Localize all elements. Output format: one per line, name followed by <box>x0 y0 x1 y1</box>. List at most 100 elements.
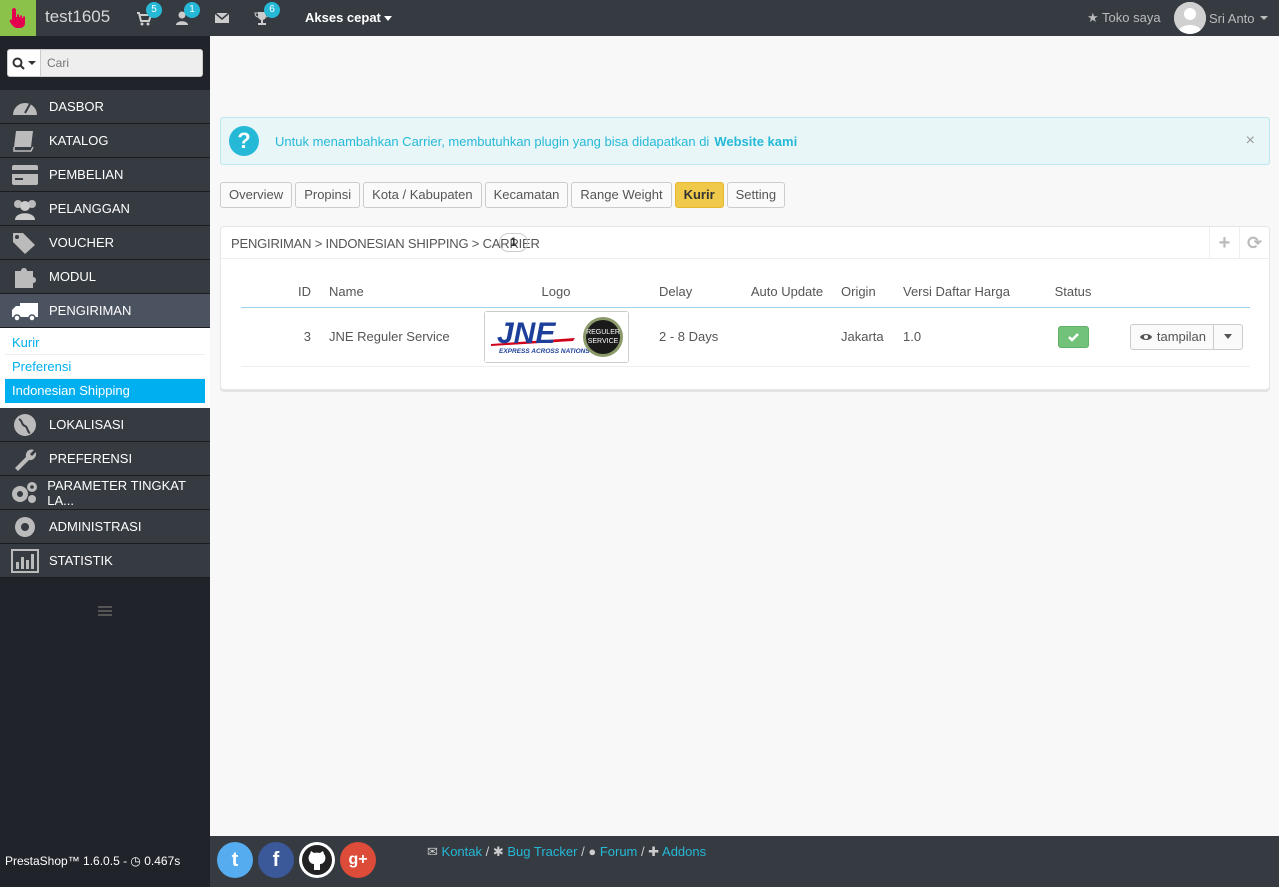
column-header-name: Name <box>321 277 461 308</box>
wrench-icon <box>0 442 49 476</box>
avatar-silhouette-icon <box>1174 2 1206 34</box>
quick-access-dropdown[interactable]: Akses cepat <box>305 10 392 25</box>
alert-message: Untuk menambahkan Carrier, membutuhkan p… <box>275 134 797 149</box>
search-icon <box>12 57 25 70</box>
tab-range-weight[interactable]: Range Weight <box>571 182 672 208</box>
column-header-origin: Origin <box>833 277 895 308</box>
sidebar-item-label: PARAMETER TINGKAT LA... <box>47 477 186 508</box>
tab-setting[interactable]: Setting <box>726 182 786 208</box>
tab-propinsi[interactable]: Propinsi <box>295 182 361 208</box>
sidebar-item-voucher[interactable]: VOUCHER <box>0 226 210 260</box>
twitter-icon[interactable]: t <box>217 842 253 878</box>
sidebar-collapse-icon[interactable] <box>98 606 112 616</box>
hand-pointer-icon <box>9 8 25 28</box>
footer-link-forum[interactable]: Forum <box>600 844 638 859</box>
sidebar-item-administrasi[interactable]: ADMINISTRASI <box>0 510 210 544</box>
sidebar-item-statistik[interactable]: STATISTIK <box>0 544 210 578</box>
prestashop-logo[interactable] <box>0 0 36 36</box>
cog-icon <box>0 510 49 544</box>
cell-delay: 2 - 8 Days <box>651 307 741 367</box>
sidebar-item-label: KATALOG <box>49 133 109 148</box>
close-icon[interactable]: × <box>1246 132 1255 150</box>
info-alert: ? Untuk menambahkan Carrier, membutuhkan… <box>220 117 1270 165</box>
main-menu: DASBOR KATALOG PEMBELIAN PELANGGAN VOUCH… <box>0 90 210 578</box>
envelope-icon <box>214 12 230 23</box>
my-shop-label: Toko saya <box>1102 10 1161 25</box>
sidebar-item-preferensi[interactable]: PREFERENSI <box>0 442 210 476</box>
search-input[interactable] <box>41 49 203 77</box>
facebook-glyph: f <box>272 848 280 871</box>
seal-line-1: REGULER <box>586 329 620 336</box>
carrier-table: ID Name Logo Delay Auto Update Origin Ve… <box>241 277 1250 367</box>
add-new-icon[interactable]: + <box>1209 227 1239 259</box>
sidebar-item-label: LOKALISASI <box>49 417 125 432</box>
github-icon[interactable] <box>299 842 335 878</box>
employee-name: Sri Anto <box>1209 10 1255 26</box>
cell-auto-update <box>741 307 833 367</box>
tab-kota-kabupaten[interactable]: Kota / Kabupaten <box>363 182 482 208</box>
sidebar-item-pengiriman[interactable]: PENGIRIMAN <box>0 294 210 328</box>
employee-menu[interactable]: Sri Anto <box>1174 2 1268 34</box>
sidebar-item-lokalisasi[interactable]: LOKALISASI <box>0 408 210 442</box>
website-link[interactable]: Website kami <box>714 134 797 149</box>
achievements-notification[interactable]: 6 <box>254 2 280 28</box>
sidebar-item-parameter[interactable]: PARAMETER TINGKAT LA... <box>0 476 210 510</box>
my-shop-link[interactable]: ★ Toko saya <box>1087 10 1161 26</box>
submenu-item-kurir[interactable]: Kurir <box>5 331 205 355</box>
customers-notification[interactable]: 1 <box>174 2 200 28</box>
users-icon <box>0 192 49 226</box>
tab-overview[interactable]: Overview <box>220 182 293 208</box>
column-header-logo: Logo <box>461 277 651 308</box>
table-row[interactable]: 3 JNE Reguler Service JNE EXPRESS ACROSS… <box>241 307 1250 367</box>
load-time: 0.467s <box>144 854 181 868</box>
footer-link-addons[interactable]: Addons <box>662 844 706 859</box>
seal-line-2: SERVICE <box>587 338 618 345</box>
google-plus-icon[interactable]: g+ <box>340 842 376 878</box>
sidebar-item-modul[interactable]: MODUL <box>0 260 210 294</box>
refresh-icon[interactable]: ⟳ <box>1239 227 1269 259</box>
column-header-auto-update: Auto Update <box>741 277 833 308</box>
credit-card-icon <box>0 158 49 192</box>
caret-down-icon <box>383 16 392 22</box>
status-toggle[interactable] <box>1057 325 1089 348</box>
column-header-actions <box>1108 277 1250 308</box>
footer-link-bug-tracker[interactable]: Bug Tracker <box>507 844 577 859</box>
messages-notification[interactable] <box>214 10 234 28</box>
footer: PrestaShop™ 1.6.0.5 - ◷ 0.467s t f g+ ✉ … <box>0 836 1279 887</box>
shipping-submenu: Kurir Preferensi Indonesian Shipping <box>0 328 210 408</box>
jne-logo-image: JNE EXPRESS ACROSS NATIONS REGULER SERVI… <box>484 311 628 362</box>
github-glyph <box>302 845 332 875</box>
tab-kecamatan[interactable]: Kecamatan <box>484 182 569 208</box>
sidebar-item-label: STATISTIK <box>49 553 113 568</box>
question-circle-icon: ? <box>229 126 259 156</box>
book-icon <box>0 124 49 158</box>
submenu-item-indonesian-shipping[interactable]: Indonesian Shipping <box>5 379 205 403</box>
tab-kurir[interactable]: Kurir <box>674 182 724 208</box>
twitter-glyph: t <box>231 848 239 871</box>
footer-link-kontak[interactable]: Kontak <box>442 844 482 859</box>
sidebar-item-pembelian[interactable]: PEMBELIAN <box>0 158 210 192</box>
footer-links: ✉ Kontak / ✱ Bug Tracker / ● Forum / ✚ A… <box>427 844 707 859</box>
submenu-item-preferensi[interactable]: Preferensi <box>5 355 205 379</box>
carrier-count-badge: 1 <box>499 233 528 252</box>
sidebar-item-label: PENGIRIMAN <box>49 303 132 318</box>
sidebar-item-dasbor[interactable]: DASBOR <box>0 90 210 124</box>
comments-icon: ● <box>588 844 597 859</box>
view-button-label: tampilan <box>1156 328 1206 344</box>
sidebar-item-pelanggan[interactable]: PELANGGAN <box>0 192 210 226</box>
view-button[interactable]: tampilan <box>1129 323 1214 350</box>
caret-down-icon <box>28 61 36 65</box>
search-box <box>7 49 203 77</box>
sidebar-item-label: DASBOR <box>49 99 104 114</box>
clock-icon: ◷ <box>130 854 141 868</box>
search-type-button[interactable] <box>7 49 41 77</box>
puzzle-icon: ✚ <box>648 844 660 859</box>
facebook-icon[interactable]: f <box>258 842 294 878</box>
shop-name[interactable]: test1605 <box>45 7 110 27</box>
orders-notification[interactable]: 5 <box>136 2 162 28</box>
sidebar-item-katalog[interactable]: KATALOG <box>0 124 210 158</box>
jne-logo: JNE EXPRESS ACROSS NATIONS REGULER SERVI… <box>483 310 629 363</box>
sidebar-item-label: PELANGGAN <box>49 201 130 216</box>
sidebar: DASBOR KATALOG PEMBELIAN PELANGGAN VOUCH… <box>0 36 210 836</box>
row-actions-dropdown[interactable] <box>1214 323 1243 350</box>
